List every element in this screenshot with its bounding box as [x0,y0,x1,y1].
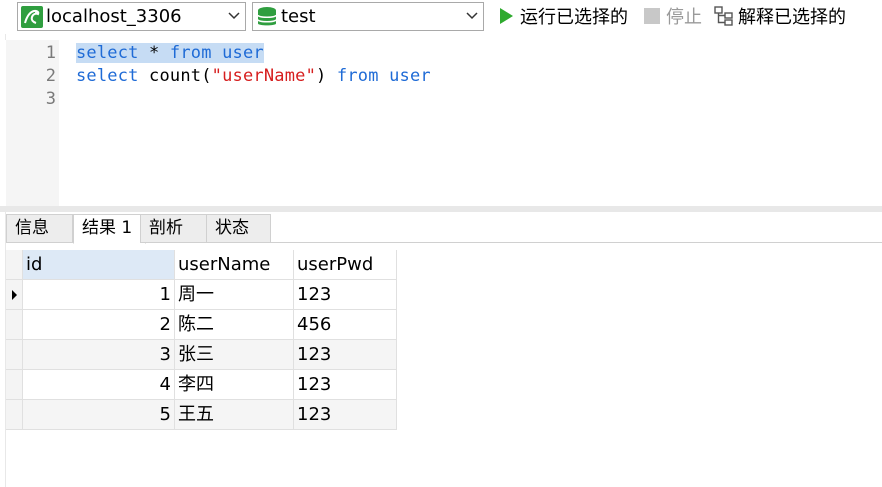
sql-keyword: from [336,66,379,86]
row-indicator[interactable] [6,370,23,400]
line-number: 2 [45,66,56,86]
explain-icon [714,6,733,26]
tab-label: 剖析 [149,218,183,238]
table-cell-userpwd[interactable]: 123 [294,280,397,310]
explain-selected-label: 解释已选择的 [738,7,846,28]
table-cell-id[interactable]: 2 [23,310,175,340]
table-cell-userpwd[interactable]: 123 [294,400,397,430]
code-line-content: select count("userName") from user [76,66,431,86]
table-cell-userpwd[interactable]: 123 [294,370,397,400]
row-indicator[interactable] [6,280,23,310]
mysql-connection-icon [21,6,43,28]
sql-keyword: user [222,43,264,63]
result-tabs: 信息 结果 1 剖析 状态 [6,212,882,244]
query-window: localhost_3306 test 运行已选择的 停止 解释已选择的 1 2… [0,0,882,487]
row-pointer-icon [12,290,17,300]
table-cell-username[interactable]: 王五 [175,400,294,430]
table-cell-username[interactable]: 周一 [175,280,294,310]
table-cell-userpwd[interactable]: 456 [294,310,397,340]
sql-text: * [138,43,170,63]
sql-keyword: select [76,66,139,86]
column-header-id[interactable]: id [23,250,175,280]
tab-status[interactable]: 状态 [206,214,271,243]
tab-info[interactable]: 信息 [6,214,73,243]
sql-text: count( [138,66,212,86]
row-indicator[interactable] [6,400,23,430]
tab-label: 结果 1 [82,218,133,238]
row-indicator[interactable] [6,340,23,370]
database-select[interactable]: test [252,2,484,31]
play-icon [500,8,513,24]
sql-keyword: select [76,43,139,63]
row-indicator[interactable] [6,310,23,340]
tab-label: 信息 [15,218,49,238]
connection-name: localhost_3306 [46,6,182,27]
chevron-down-icon [228,12,240,20]
line-number: 3 [45,89,56,109]
sql-text: ) [316,66,337,86]
run-selected-label: 运行已选择的 [520,7,628,28]
table-cell-id[interactable]: 5 [23,400,175,430]
table-cell-username[interactable]: 李四 [175,370,294,400]
table-cell-username[interactable]: 张三 [175,340,294,370]
table-cell-id[interactable]: 4 [23,370,175,400]
tab-profile[interactable]: 剖析 [140,214,207,243]
sql-string: "userName" [211,66,317,86]
table-cell-userpwd[interactable]: 123 [294,340,397,370]
tab-label: 状态 [215,218,249,238]
code-line[interactable]: select * from user [76,42,264,65]
query-toolbar: localhost_3306 test 运行已选择的 停止 解释已选择的 [0,0,882,34]
database-name: test [281,6,316,27]
column-header-username[interactable]: userName [175,250,294,280]
sql-keyword: from [169,43,212,63]
stop-button[interactable]: 停止 [642,3,702,29]
code-line-content: select * from user [76,43,264,63]
table-cell-id[interactable]: 1 [23,280,175,310]
connection-select[interactable]: localhost_3306 [17,2,246,31]
database-icon [257,7,277,26]
code-line[interactable]: select count("userName") from user [76,65,431,88]
column-header-userpwd[interactable]: userPwd [294,250,397,280]
tab-result-1[interactable]: 结果 1 [73,214,146,244]
table-cell-username[interactable]: 陈二 [175,310,294,340]
table-cell-id[interactable]: 3 [23,340,175,370]
line-number: 1 [45,43,56,63]
stop-label: 停止 [666,7,702,28]
run-selected-button[interactable]: 运行已选择的 [496,3,628,29]
stop-icon [644,8,660,24]
sql-keyword: user [389,66,431,86]
chevron-down-icon [466,12,478,20]
line-number-gutter: 1 2 3 [6,40,59,206]
sql-editor[interactable]: 1 2 3 select * from user select count("u… [0,40,882,206]
header-corner [6,250,23,280]
explain-selected-button[interactable]: 解释已选择的 [714,3,846,29]
